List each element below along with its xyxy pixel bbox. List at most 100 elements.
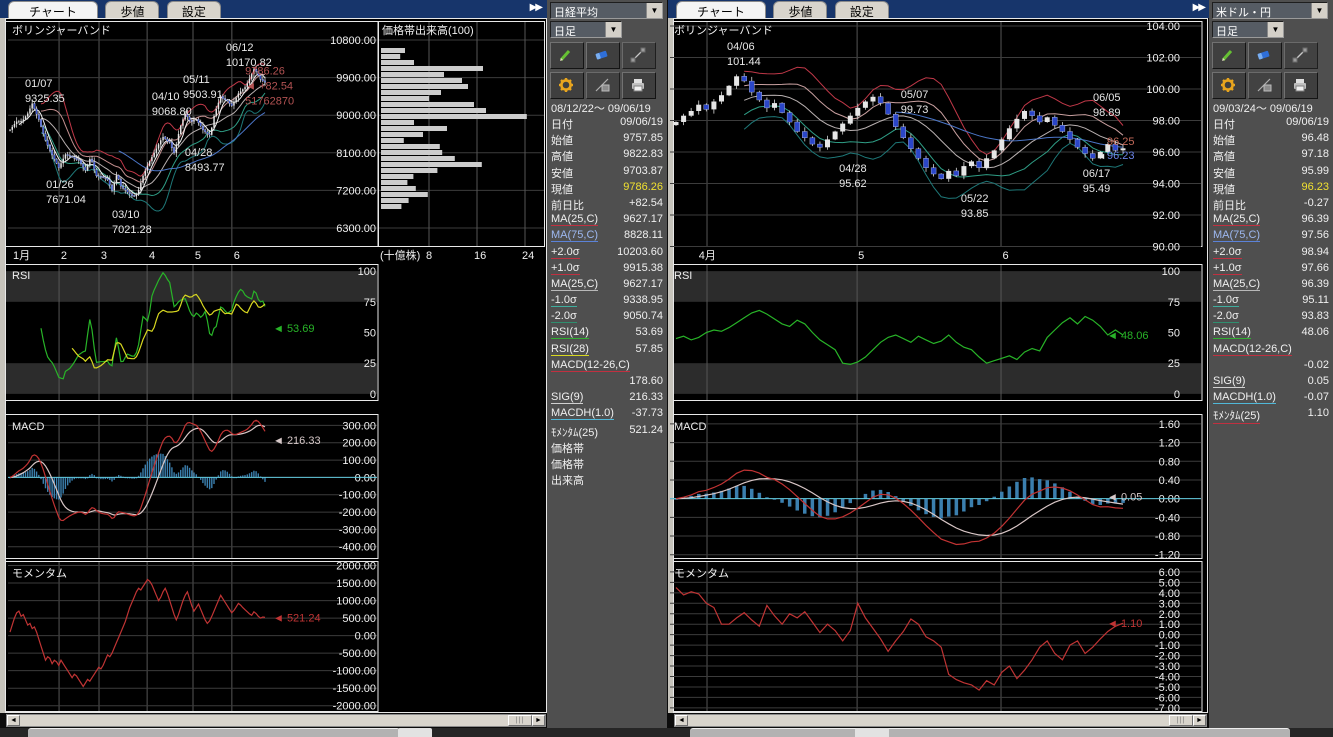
eraser-button[interactable]: [586, 42, 620, 69]
minimized-window-tab[interactable]: [855, 728, 889, 737]
indicator-label[interactable]: MACD(12-26,C): [1213, 343, 1292, 356]
chevron-down-icon[interactable]: ▼: [1267, 22, 1283, 37]
minimized-window-edge[interactable]: [28, 728, 400, 737]
period-select[interactable]: 日足 ▼: [550, 21, 622, 38]
print-button[interactable]: [1284, 72, 1318, 99]
scroll-left-icon[interactable]: ◄: [675, 715, 688, 726]
fast-forward-icon[interactable]: ▶▶: [530, 2, 541, 13]
settings-icon: [551, 84, 574, 96]
indicator-label[interactable]: MACDH(1.0): [1213, 391, 1276, 404]
indicator-row: MACD(12-26,C): [1209, 343, 1333, 359]
pencil-button[interactable]: [1212, 42, 1246, 69]
indicator-label[interactable]: +1.0σ: [1213, 262, 1242, 275]
instrument-select[interactable]: 日経平均 ▼: [550, 2, 663, 19]
minimized-window-tab[interactable]: [398, 728, 432, 737]
indicator-label[interactable]: -2.0σ: [551, 310, 577, 323]
svg-text:98.89: 98.89: [1093, 107, 1121, 119]
indicator-label[interactable]: MA(25,C): [1213, 278, 1260, 291]
eraser-button[interactable]: [1248, 42, 1282, 69]
svg-text:10800.00: 10800.00: [330, 35, 376, 47]
svg-text:0.00: 0.00: [1159, 494, 1180, 506]
indicator-label[interactable]: +1.0σ: [551, 262, 580, 275]
fast-forward-icon[interactable]: ▶▶: [1193, 2, 1204, 13]
svg-text:◄ 216.33: ◄ 216.33: [273, 435, 321, 447]
indicator-label[interactable]: MA(25,C): [551, 213, 598, 226]
minimized-window-edge[interactable]: [690, 728, 1290, 737]
indicator-label[interactable]: MA(75,C): [551, 229, 598, 242]
trendline-button[interactable]: [622, 42, 656, 69]
settings-button[interactable]: [1212, 72, 1246, 99]
tab-quotes[interactable]: 歩値: [105, 1, 159, 18]
trendline-remove-button[interactable]: [1248, 72, 1282, 99]
chevron-down-icon[interactable]: ▼: [1311, 3, 1327, 18]
indicator-label[interactable]: 出来高: [551, 472, 584, 488]
indicator-label[interactable]: 価格帯: [551, 440, 584, 456]
indicator-label[interactable]: MACDH(1.0): [551, 407, 614, 420]
indicator-row: 高値9822.83: [547, 148, 667, 164]
indicator-label[interactable]: RSI(14): [551, 326, 589, 339]
svg-text:5: 5: [195, 250, 201, 262]
indicator-value: 97.56: [1301, 229, 1329, 241]
trendline-button[interactable]: [1284, 42, 1318, 69]
indicator-label[interactable]: SIG(9): [1213, 375, 1245, 388]
period-value: 日足: [551, 22, 605, 37]
svg-text:96.00: 96.00: [1152, 147, 1180, 159]
scroll-right-icon[interactable]: ►: [1193, 715, 1206, 726]
indicator-row: +2.0σ98.94: [1209, 246, 1333, 262]
indicator-label[interactable]: ﾓﾒﾝﾀﾑ(25): [1213, 407, 1260, 423]
indicator-label[interactable]: SIG(9): [551, 391, 583, 404]
svg-text:3: 3: [101, 250, 107, 262]
scroll-track[interactable]: [20, 715, 508, 726]
indicator-label[interactable]: ﾓﾒﾝﾀﾑ(25): [551, 424, 598, 440]
tab-settings[interactable]: 設定: [167, 1, 221, 18]
svg-text:0.00: 0.00: [355, 631, 376, 643]
svg-text:ボリンジャーバンド: ボリンジャーバンド: [674, 24, 773, 37]
print-button[interactable]: [622, 72, 656, 99]
svg-text:9068.80: 9068.80: [152, 106, 192, 118]
indicator-label[interactable]: MA(25,C): [551, 278, 598, 291]
indicator-row: 高値97.18: [1209, 148, 1333, 164]
scroll-left-icon[interactable]: ◄: [7, 715, 20, 726]
svg-text:◄ 53.69: ◄ 53.69: [273, 323, 314, 335]
svg-text:-2000.00: -2000.00: [333, 701, 376, 713]
svg-text:4: 4: [149, 250, 155, 262]
indicator-label[interactable]: RSI(14): [1213, 326, 1251, 339]
tab-chart[interactable]: チャート: [8, 1, 98, 18]
usdjpy-hscrollbar[interactable]: ◄ ||| ►: [674, 714, 1207, 727]
date-range: 09/03/24～ 09/06/19: [1213, 100, 1313, 116]
indicator-label[interactable]: 価格帯: [551, 456, 584, 472]
indicator-row: 日付09/06/19: [1209, 116, 1333, 132]
indicator-value: 9757.85: [623, 132, 663, 144]
indicator-label[interactable]: RSI(28): [551, 343, 589, 356]
chevron-down-icon[interactable]: ▼: [646, 3, 662, 18]
indicator-label[interactable]: MACD(12-26,C): [551, 359, 630, 372]
indicator-label: 始値: [1213, 132, 1235, 148]
indicator-label[interactable]: -1.0σ: [551, 294, 577, 307]
indicator-label[interactable]: -1.0σ: [1213, 294, 1239, 307]
svg-text:05/11: 05/11: [183, 74, 210, 86]
nikkei-tabbar: チャート 歩値 設定 ▶▶: [0, 0, 547, 18]
indicator-label[interactable]: +2.0σ: [551, 246, 580, 259]
scroll-track[interactable]: [688, 715, 1169, 726]
scroll-right-icon[interactable]: ►: [532, 715, 545, 726]
trendline-remove-button[interactable]: [586, 72, 620, 99]
usdjpy-chart-window[interactable]: 104.00102.00100.0098.0096.0094.0092.0090…: [668, 18, 1208, 713]
nikkei-chart-window[interactable]: 10800.009900.009000.008100.007200.006300…: [0, 18, 547, 713]
scroll-thumb[interactable]: |||: [1169, 715, 1193, 726]
tab-chart[interactable]: チャート: [676, 1, 766, 18]
period-select[interactable]: 日足 ▼: [1212, 21, 1284, 38]
indicator-label[interactable]: MA(75,C): [1213, 229, 1260, 242]
settings-button[interactable]: [550, 72, 584, 99]
indicator-label[interactable]: -2.0σ: [1213, 310, 1239, 323]
indicator-row: 始値9757.85: [547, 132, 667, 148]
svg-text:04/28: 04/28: [839, 163, 867, 175]
chevron-down-icon[interactable]: ▼: [605, 22, 621, 37]
tab-quotes[interactable]: 歩値: [773, 1, 827, 18]
pencil-button[interactable]: [550, 42, 584, 69]
tab-settings[interactable]: 設定: [835, 1, 889, 18]
instrument-select[interactable]: 米ドル・円 ▼: [1212, 2, 1328, 19]
indicator-label[interactable]: +2.0σ: [1213, 246, 1242, 259]
nikkei-hscrollbar[interactable]: ◄ ||| ►: [6, 714, 546, 727]
indicator-label[interactable]: MA(25,C): [1213, 213, 1260, 226]
scroll-thumb[interactable]: |||: [508, 715, 532, 726]
